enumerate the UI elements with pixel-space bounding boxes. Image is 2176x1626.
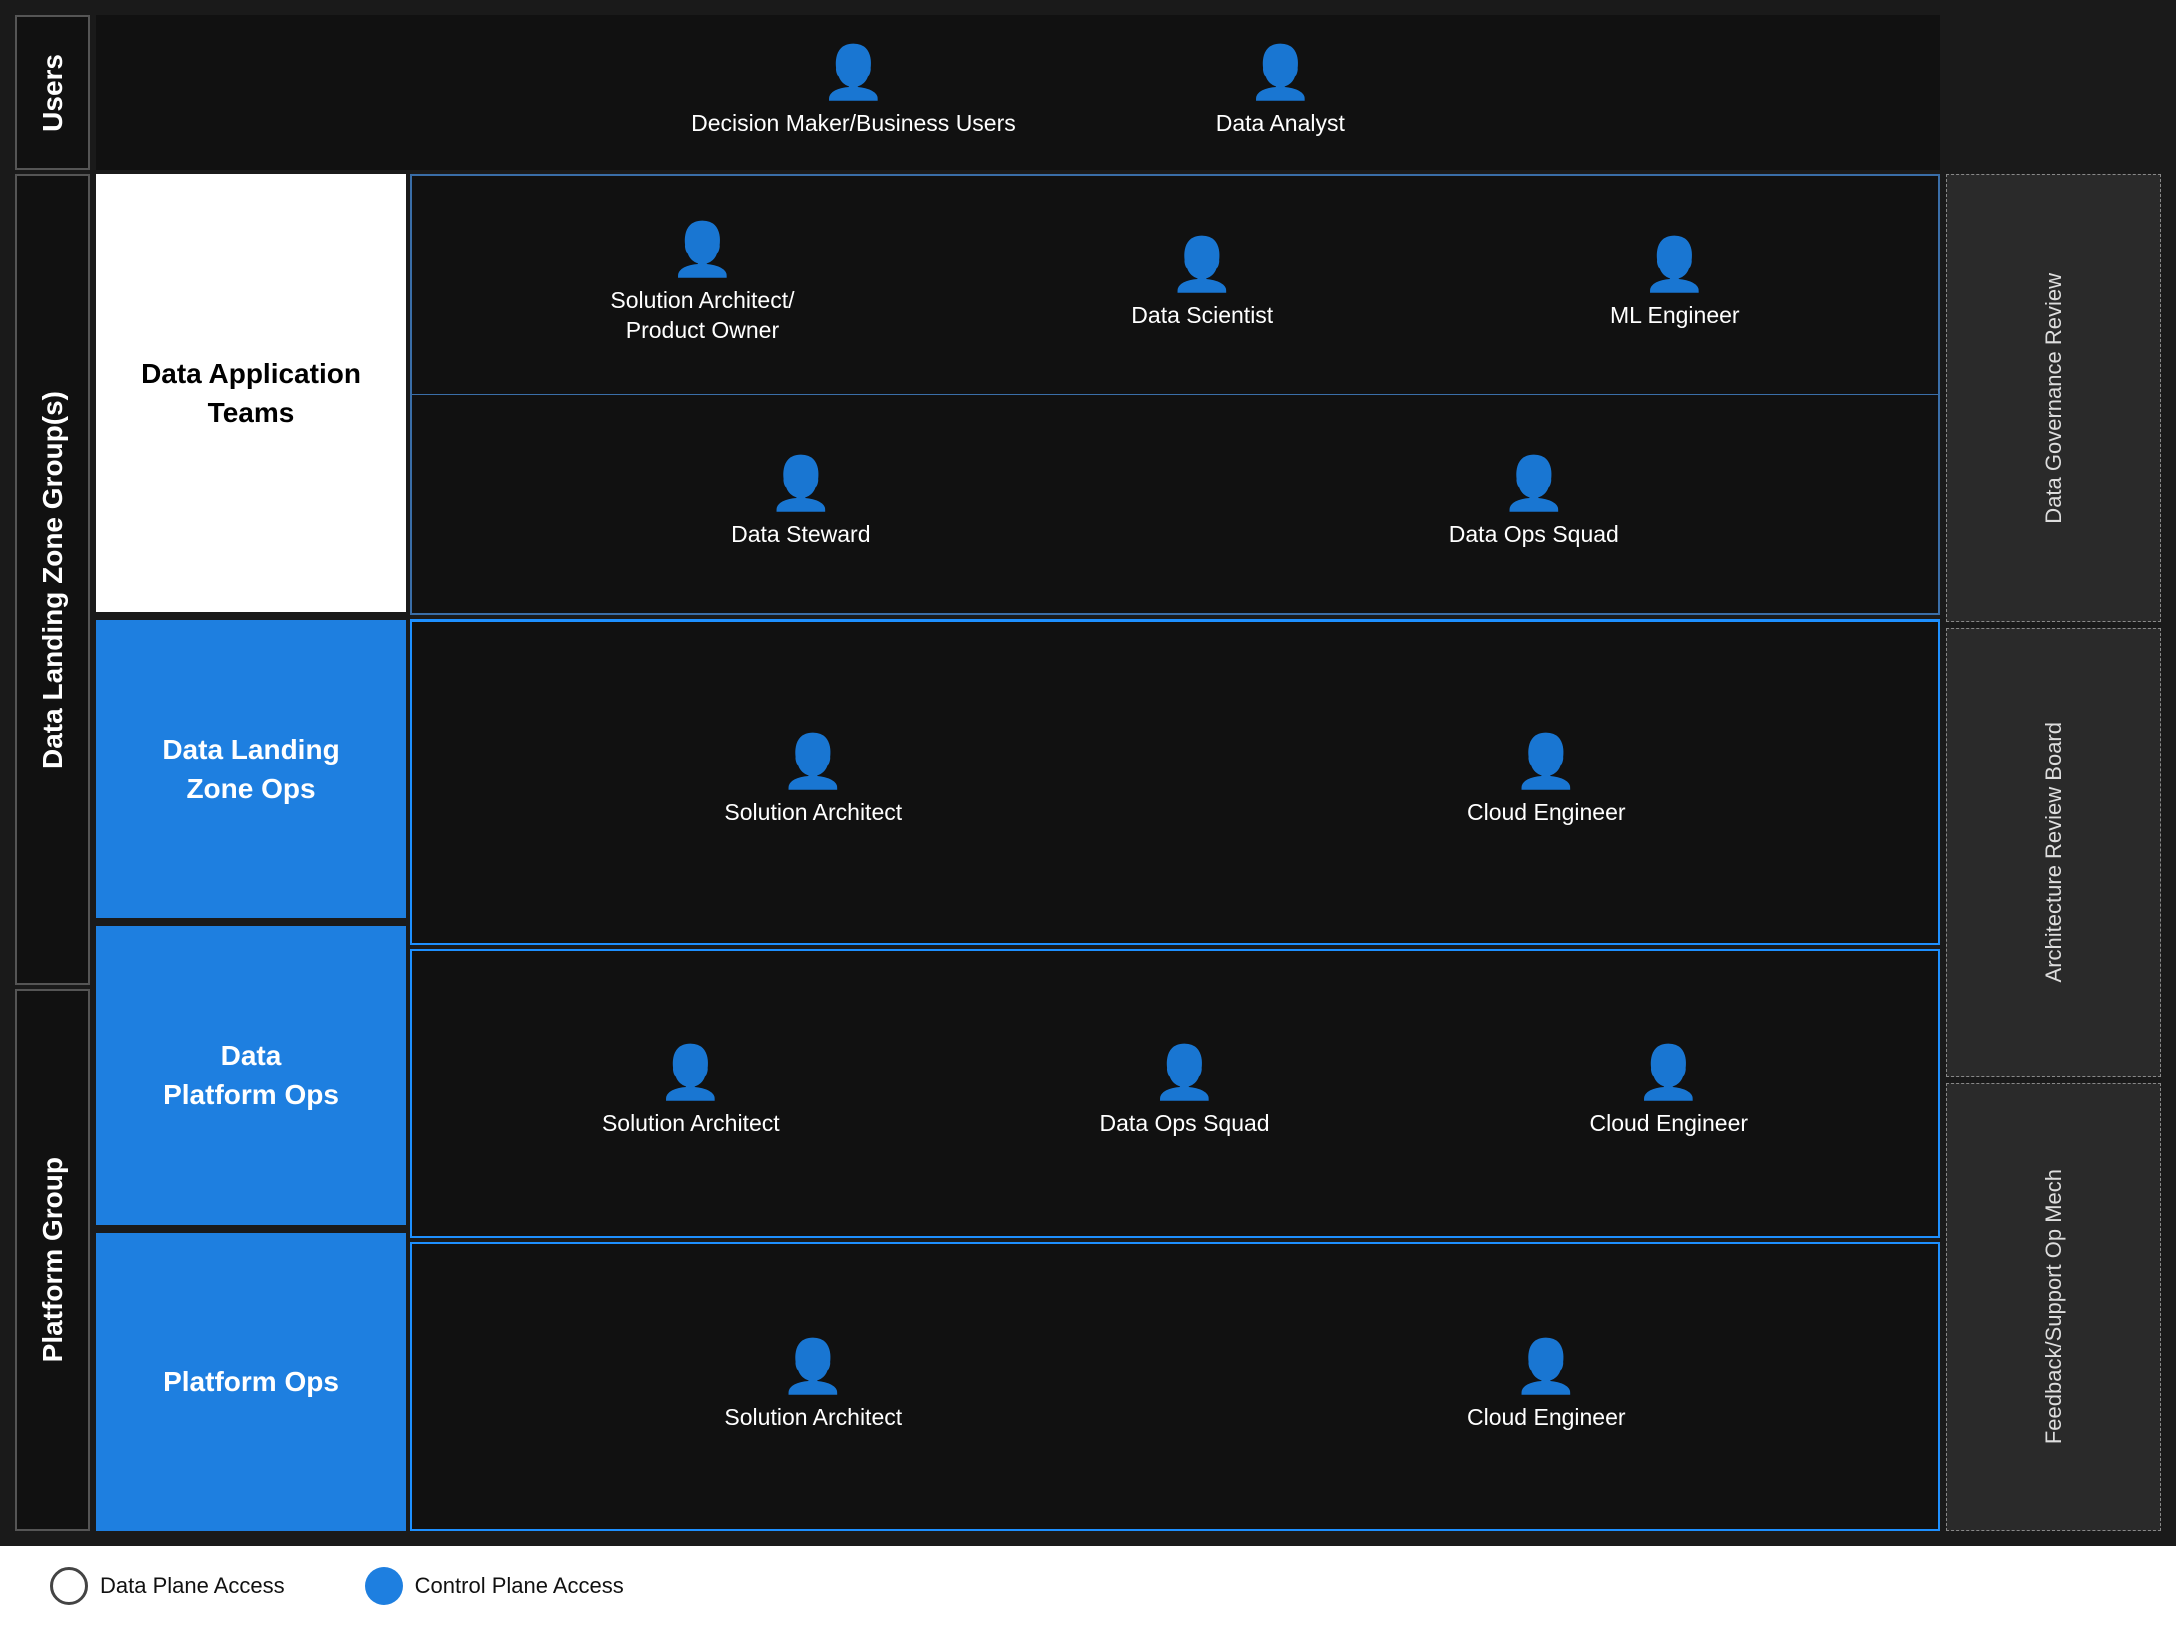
label-dlz-ops: Data Landing Zone Ops	[96, 620, 406, 918]
right-label-architecture-review-text: Architecture Review Board	[2041, 722, 2067, 982]
person-icon-data-scientist: 👤	[1170, 239, 1235, 291]
person-sa-po: 👤 Solution Architect	[724, 1341, 902, 1433]
label-data-platform-ops: Data Platform Ops	[96, 926, 406, 1224]
person-icon-ml-engineer: 👤	[1642, 239, 1707, 291]
person-solution-architect-po: 👤 Solution Architect/Product Owner	[610, 224, 794, 346]
person-icon-sa-dpo: 👤	[658, 1047, 723, 1099]
grid-right-col: 👤 Solution Architect/Product Owner 👤 Dat…	[410, 174, 1940, 1531]
person-sa-dpo: 👤 Solution Architect	[602, 1047, 780, 1139]
person-label-data-ops-squad-dpo: Data Ops Squad	[1100, 1109, 1270, 1139]
person-cloud-eng-dlz: 👤 Cloud Engineer	[1467, 736, 1626, 828]
legend-control-plane-icon	[365, 1567, 403, 1605]
grid-left-col: Data Application Teams Data Landing Zone…	[96, 174, 406, 1531]
person-decision-maker: 👤 Decision Maker/Business Users	[691, 47, 1016, 139]
person-label-data-scientist: Data Scientist	[1131, 301, 1273, 331]
person-icon-sa-dlz: 👤	[781, 736, 846, 788]
label-data-platform-ops-text: Data Platform Ops	[163, 1036, 339, 1114]
dat-row-bottom: 👤 Data Steward 👤 Data Ops Squad	[412, 395, 1938, 613]
person-icon-cloud-eng-po: 👤	[1514, 1341, 1579, 1393]
right-col: Data Governance Review Architecture Revi…	[1946, 15, 2161, 1531]
label-data-app-teams-text: Data Application Teams	[141, 354, 361, 432]
person-icon-cloud-eng-dpo: 👤	[1636, 1047, 1701, 1099]
label-platform-ops: Platform Ops	[96, 1233, 406, 1531]
person-label-data-ops-squad-dat: Data Ops Squad	[1449, 520, 1619, 550]
users-outer-label: Users	[15, 15, 90, 170]
person-label-sa-dlz: Solution Architect	[724, 798, 902, 828]
person-data-steward: 👤 Data Steward	[731, 458, 870, 550]
label-data-app-teams: Data Application Teams	[96, 174, 406, 612]
page-wrapper: Users Data Landing Zone Group(s) Platfor…	[0, 0, 2176, 1626]
dat-section: 👤 Solution Architect/Product Owner 👤 Dat…	[410, 174, 1940, 615]
person-sa-dlz: 👤 Solution Architect	[724, 736, 902, 828]
person-label-sa-po: Solution Architect/Product Owner	[610, 286, 794, 346]
data-landing-label-text: Data Landing Zone Group(s)	[37, 391, 69, 769]
data-landing-outer-label: Data Landing Zone Group(s)	[15, 174, 90, 985]
diagram-area: Users Data Landing Zone Group(s) Platfor…	[0, 0, 2176, 1546]
person-label-decision-maker: Decision Maker/Business Users	[691, 109, 1016, 139]
platform-outer-label: Platform Group	[15, 989, 90, 1531]
label-platform-ops-text: Platform Ops	[163, 1362, 339, 1401]
legend-data-plane-icon	[50, 1567, 88, 1605]
person-icon-decision-maker: 👤	[821, 47, 886, 99]
dlz-ops-section: 👤 Solution Architect 👤 Cloud Engineer	[410, 619, 1940, 945]
users-section: 👤 Decision Maker/Business Users 👤 Data A…	[96, 15, 1940, 170]
person-icon-data-ops-squad-dat: 👤	[1501, 458, 1566, 510]
person-icon-data-analyst: 👤	[1248, 47, 1313, 99]
grid-section: Data Application Teams Data Landing Zone…	[96, 174, 1940, 1531]
person-icon-sa-po-plat: 👤	[781, 1341, 846, 1393]
label-dlz-ops-text: Data Landing Zone Ops	[162, 730, 339, 808]
person-data-scientist: 👤 Data Scientist	[1131, 239, 1273, 331]
legend-bar: Data Plane Access Control Plane Access	[0, 1546, 2176, 1626]
person-label-sa-dpo: Solution Architect	[602, 1109, 780, 1139]
platform-ops-row: 👤 Solution Architect 👤 Cloud Engineer	[410, 1242, 1940, 1531]
person-label-cloud-eng-po: Cloud Engineer	[1467, 1403, 1626, 1433]
platform-label-text: Platform Group	[37, 1157, 69, 1362]
person-data-ops-squad-dat: 👤 Data Ops Squad	[1449, 458, 1619, 550]
person-data-ops-squad-dpo: 👤 Data Ops Squad	[1100, 1047, 1270, 1139]
users-label-text: Users	[37, 54, 69, 132]
person-cloud-eng-po: 👤 Cloud Engineer	[1467, 1341, 1626, 1433]
right-label-data-governance-text: Data Governance Review	[2041, 273, 2067, 524]
right-label-feedback-support: Feedback/Support Op Mech	[1946, 1083, 2161, 1531]
platform-section: 👤 Solution Architect 👤 Data Ops Squad 👤 …	[410, 949, 1940, 1531]
right-label-architecture-review: Architecture Review Board	[1946, 628, 2161, 1076]
person-label-data-steward: Data Steward	[731, 520, 870, 550]
main-column: 👤 Decision Maker/Business Users 👤 Data A…	[96, 15, 1940, 1531]
legend-data-plane-label: Data Plane Access	[100, 1573, 285, 1599]
legend-data-plane: Data Plane Access	[50, 1567, 285, 1605]
outer-left-labels: Users Data Landing Zone Group(s) Platfor…	[15, 15, 90, 1531]
person-label-cloud-eng-dpo: Cloud Engineer	[1589, 1109, 1748, 1139]
data-platform-ops-row: 👤 Solution Architect 👤 Data Ops Squad 👤 …	[410, 949, 1940, 1238]
legend-control-plane: Control Plane Access	[365, 1567, 624, 1605]
person-label-ml-engineer: ML Engineer	[1610, 301, 1740, 331]
person-icon-data-ops-squad-dpo: 👤	[1152, 1047, 1217, 1099]
right-label-feedback-support-text: Feedback/Support Op Mech	[2041, 1169, 2067, 1444]
dat-row-top: 👤 Solution Architect/Product Owner 👤 Dat…	[412, 176, 1938, 395]
person-cloud-eng-dpo: 👤 Cloud Engineer	[1589, 1047, 1748, 1139]
legend-control-plane-label: Control Plane Access	[415, 1573, 624, 1599]
person-icon-cloud-eng-dlz: 👤	[1514, 736, 1579, 788]
person-label-sa-po-plat: Solution Architect	[724, 1403, 902, 1433]
person-data-analyst: 👤 Data Analyst	[1216, 47, 1345, 139]
person-icon-sa-po: 👤	[670, 224, 735, 276]
person-icon-data-steward: 👤	[768, 458, 833, 510]
right-label-data-governance: Data Governance Review	[1946, 174, 2161, 622]
person-label-data-analyst: Data Analyst	[1216, 109, 1345, 139]
person-ml-engineer: 👤 ML Engineer	[1610, 239, 1740, 331]
person-label-cloud-eng-dlz: Cloud Engineer	[1467, 798, 1626, 828]
